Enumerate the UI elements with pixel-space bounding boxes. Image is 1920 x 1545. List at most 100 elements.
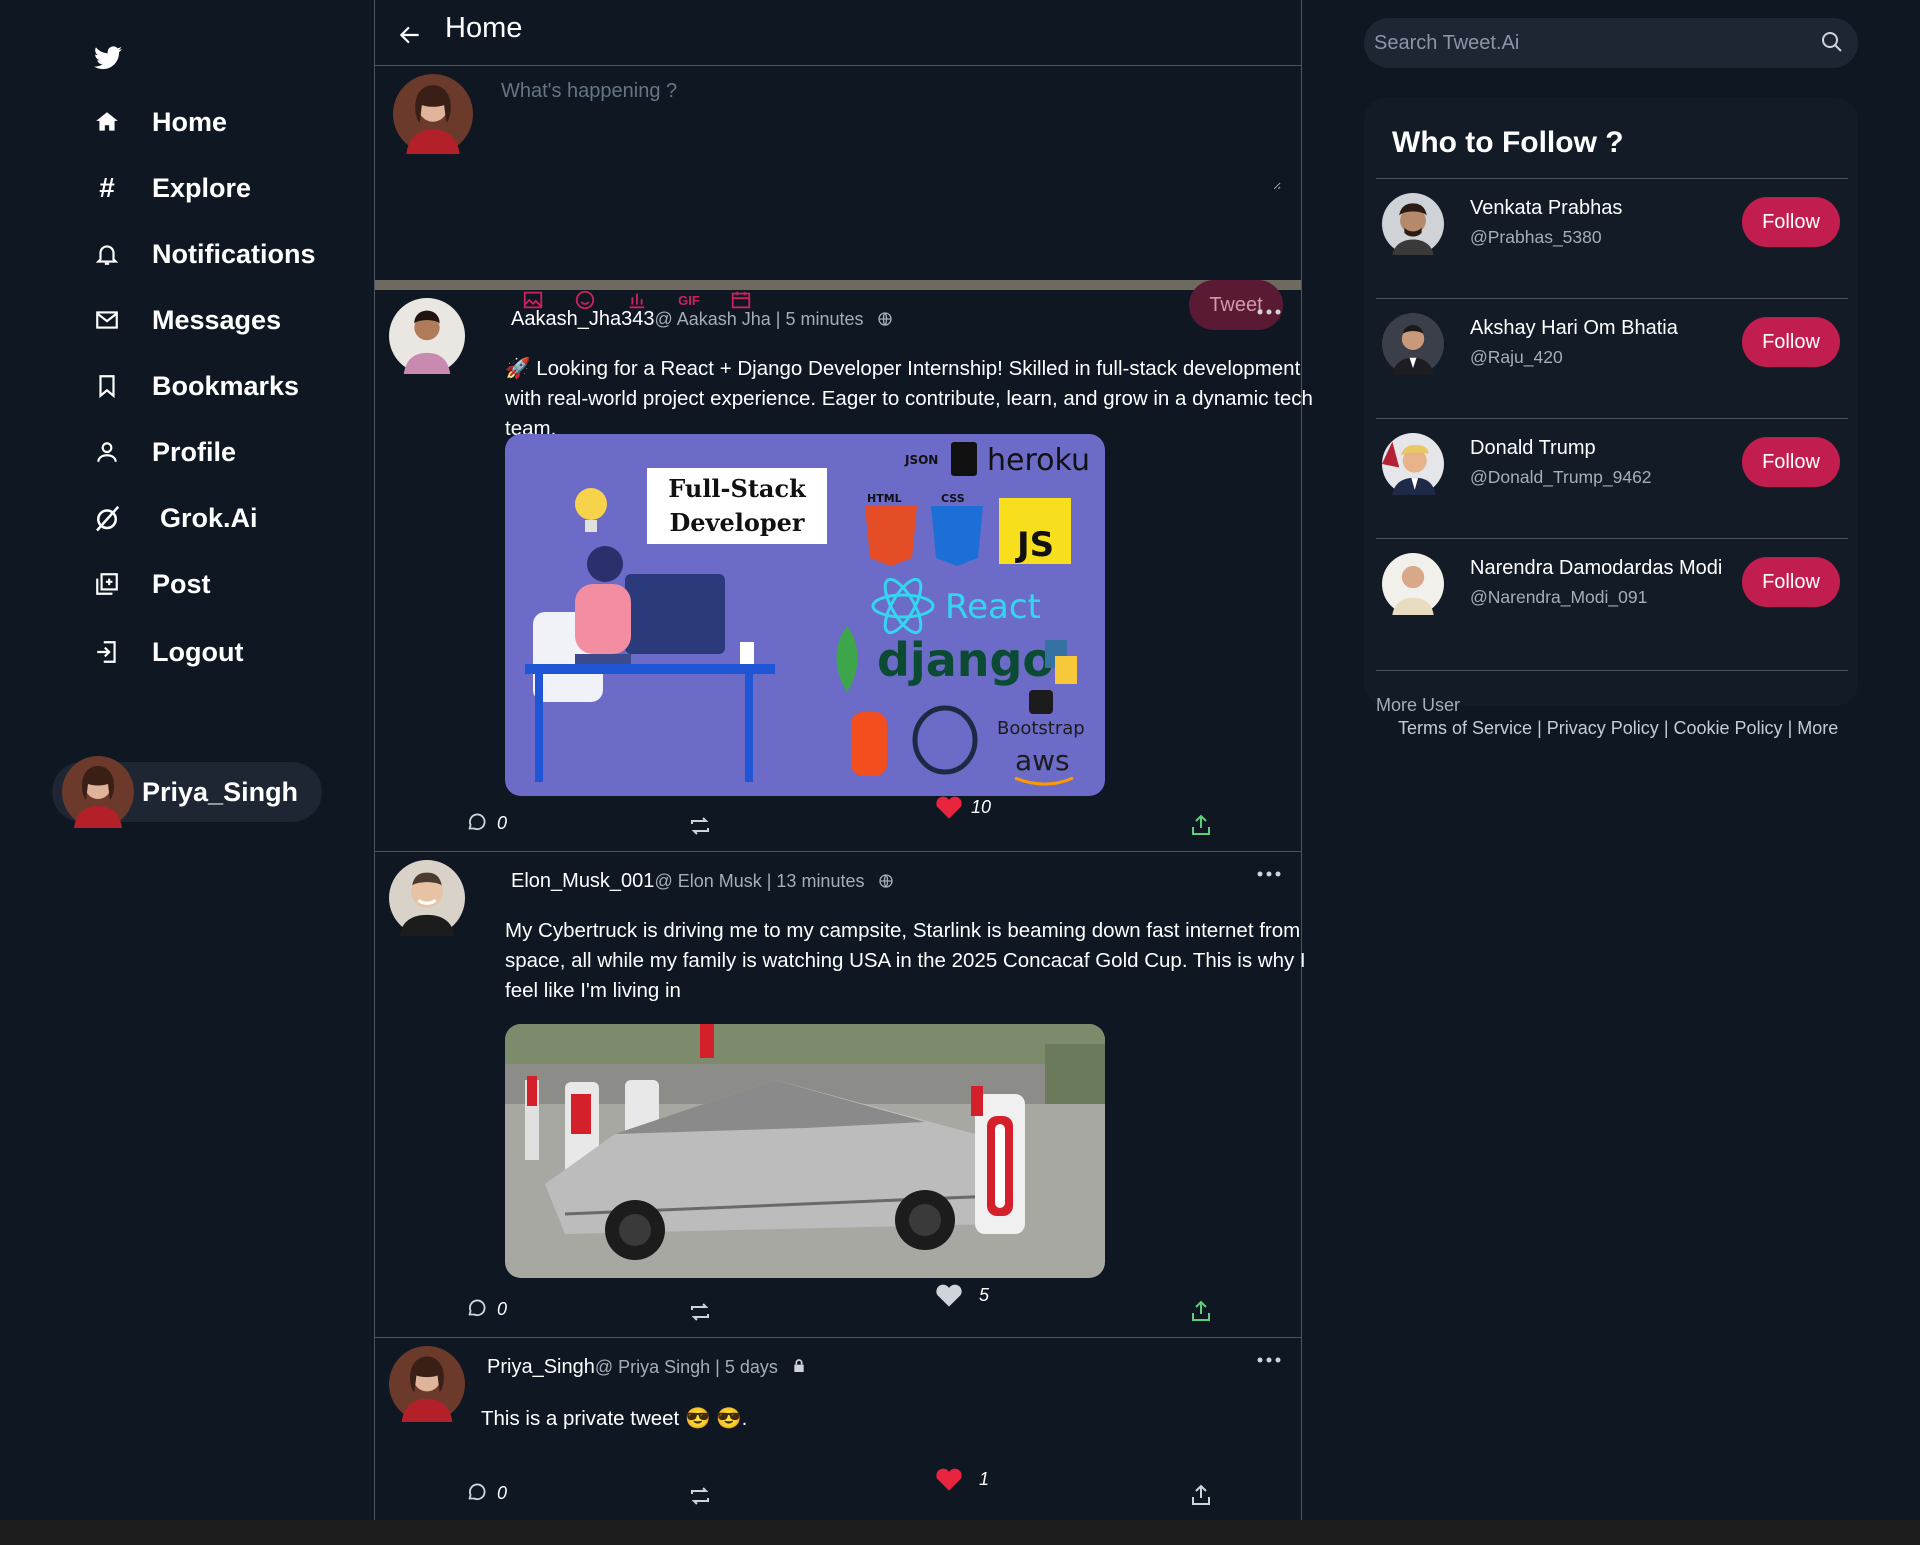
- search-icon[interactable]: [1820, 30, 1844, 54]
- footer-separator: |: [1787, 718, 1793, 738]
- comment-button[interactable]: 0: [465, 812, 507, 834]
- nav-label: Messages: [152, 304, 282, 335]
- tweet-handle[interactable]: Elon_Musk_001: [511, 870, 654, 892]
- arrow-left-icon[interactable]: [397, 22, 423, 48]
- nav-label: Explore: [152, 172, 252, 203]
- nav-bookmarks[interactable]: Bookmarks: [92, 361, 299, 411]
- sidebar: Home # Explore Notifications Messages Bo…: [0, 0, 374, 1520]
- more-options-icon[interactable]: [1255, 1354, 1283, 1366]
- retweet-button[interactable]: [687, 1484, 713, 1508]
- avatar[interactable]: [389, 860, 465, 936]
- share-icon: [1192, 1484, 1210, 1505]
- follow-button[interactable]: Follow: [1742, 197, 1840, 247]
- like-button[interactable]: 10: [935, 794, 991, 820]
- comment-icon: [468, 1299, 486, 1317]
- footer-separator: |: [1663, 718, 1669, 738]
- footer-links: Terms of Service | Privacy Policy | Cook…: [1398, 718, 1838, 739]
- grok-icon: [92, 503, 122, 533]
- avatar[interactable]: [1382, 193, 1444, 255]
- privacy-link[interactable]: Privacy Policy: [1547, 718, 1659, 738]
- nav-logout[interactable]: Logout: [92, 627, 243, 677]
- follow-button[interactable]: Follow: [1742, 317, 1840, 367]
- more-options-icon[interactable]: [1255, 306, 1283, 318]
- terms-link[interactable]: Terms of Service: [1398, 718, 1532, 738]
- share-icon: [1192, 1300, 1210, 1321]
- image-text-json: JSON: [904, 453, 938, 467]
- avatar[interactable]: [1382, 433, 1444, 495]
- follow-suggestion: Donald Trump @Donald_Trump_9462 Follow: [1376, 418, 1848, 538]
- tweet: Elon_Musk_001@ Elon Musk | 13 minutes My…: [375, 852, 1306, 1338]
- retweet-icon: [691, 1303, 709, 1321]
- tweet-input[interactable]: [501, 80, 1281, 190]
- search-bar: [1364, 18, 1858, 68]
- follow-button[interactable]: Follow: [1742, 437, 1840, 487]
- nav-home[interactable]: Home: [92, 97, 227, 147]
- globe-icon: [878, 312, 892, 326]
- tweet-header: Elon_Musk_001@ Elon Musk | 13 minutes: [511, 870, 894, 893]
- tweet-image[interactable]: [505, 1024, 1105, 1278]
- nav-explore[interactable]: # Explore: [92, 163, 251, 213]
- share-button[interactable]: [1189, 812, 1213, 838]
- follow-handle: @Narendra_Modi_091: [1470, 587, 1648, 607]
- image-text-react: React: [945, 587, 1041, 627]
- retweet-icon: [691, 1487, 709, 1505]
- follow-handle: @Donald_Trump_9462: [1470, 467, 1652, 487]
- comment-button[interactable]: 0: [465, 1298, 507, 1320]
- tweet: Priya_Singh@ Priya Singh | 5 days This i…: [375, 1338, 1301, 1518]
- tweet-header: Priya_Singh@ Priya Singh | 5 days: [487, 1356, 807, 1379]
- nav-messages[interactable]: Messages: [92, 295, 281, 345]
- follow-button[interactable]: Follow: [1742, 557, 1840, 607]
- avatar: [62, 756, 134, 828]
- retweet-button[interactable]: [687, 814, 713, 838]
- follow-name[interactable]: Donald Trump: [1470, 437, 1596, 460]
- tweet-image[interactable]: Full-Stack Developer JSON heroku HTML CS…: [505, 434, 1105, 796]
- like-button[interactable]: 5: [935, 1282, 989, 1308]
- comment-icon: [468, 813, 486, 831]
- tweet-composer: GIF Tweet: [375, 66, 1301, 330]
- more-link[interactable]: More: [1797, 718, 1838, 738]
- search-input[interactable]: [1374, 28, 1794, 58]
- tweet-meta: @ Aakash Jha | 5 minutes: [654, 309, 864, 329]
- like-button[interactable]: 1: [935, 1466, 989, 1492]
- follow-name[interactable]: Akshay Hari Om Bhatia: [1470, 317, 1678, 340]
- share-button[interactable]: [1189, 1482, 1213, 1508]
- like-count: 1: [979, 1468, 990, 1489]
- tweet-handle[interactable]: Priya_Singh: [487, 1356, 595, 1378]
- comment-button[interactable]: 0: [465, 1482, 507, 1504]
- image-text-fullstack: Full-Stack: [668, 474, 807, 503]
- avatar[interactable]: [1382, 313, 1444, 375]
- avatar: [393, 74, 473, 154]
- nav-grok[interactable]: Grok.Ai: [92, 493, 258, 543]
- share-icon: [1192, 814, 1210, 835]
- avatar[interactable]: [389, 298, 465, 374]
- user-icon: [92, 437, 122, 467]
- image-text-css: CSS: [941, 492, 965, 505]
- bookmark-icon: [92, 371, 122, 401]
- tweet: Aakash_Jha343@ Aakash Jha | 5 minutes 🚀 …: [375, 290, 1313, 852]
- logout-icon: [92, 637, 122, 667]
- follow-name[interactable]: Venkata Prabhas: [1470, 197, 1622, 220]
- follow-suggestion: Akshay Hari Om Bhatia @Raju_420 Follow: [1376, 298, 1848, 418]
- nav-profile[interactable]: Profile: [92, 427, 236, 477]
- nav-label: Grok.Ai: [160, 502, 258, 533]
- more-options-icon[interactable]: [1255, 868, 1283, 880]
- more-user-link[interactable]: More User: [1376, 670, 1848, 716]
- like-count: 10: [971, 796, 992, 817]
- nav-post[interactable]: Post: [92, 559, 211, 609]
- avatar[interactable]: [389, 1346, 465, 1422]
- comment-icon: [468, 1483, 486, 1501]
- retweet-button[interactable]: [687, 1300, 713, 1324]
- twitter-bird-icon[interactable]: [94, 46, 122, 70]
- follow-name[interactable]: Narendra Damodardas Modi: [1470, 557, 1722, 580]
- profile-chip[interactable]: Priya_Singh: [52, 756, 322, 828]
- tweet-text: This is a private tweet 😎 😎.: [481, 1407, 748, 1430]
- share-button[interactable]: [1189, 1298, 1213, 1324]
- lock-icon: [794, 1359, 805, 1372]
- image-text-js: JS: [1015, 525, 1054, 565]
- nav-label: Home: [152, 106, 228, 137]
- avatar[interactable]: [1382, 553, 1444, 615]
- nav-notifications[interactable]: Notifications: [92, 229, 316, 279]
- cookie-link[interactable]: Cookie Policy: [1674, 718, 1783, 738]
- image-text-django: django: [877, 633, 1054, 687]
- tweet-handle[interactable]: Aakash_Jha343: [511, 308, 654, 330]
